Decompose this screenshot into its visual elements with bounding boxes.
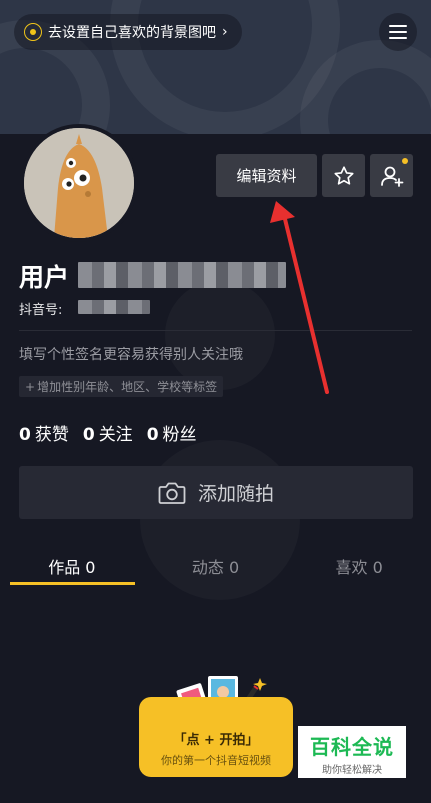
watermark: 百科全说 助你轻松解决 bbox=[298, 726, 406, 778]
set-background-tip[interactable]: 去设置自己喜欢的背景图吧 › bbox=[14, 14, 242, 50]
watermark-subtitle: 助你轻松解决 bbox=[322, 765, 382, 776]
stat-value: 0 bbox=[146, 425, 159, 445]
menu-button[interactable] bbox=[379, 13, 417, 51]
add-friend-icon bbox=[380, 166, 403, 187]
hamburger-menu-icon bbox=[389, 25, 407, 39]
bio-placeholder[interactable]: 填写个性签名更容易获得别人关注哦 bbox=[19, 344, 243, 364]
watermark-title: 百科全说 bbox=[310, 735, 394, 759]
stat-label: 关注 bbox=[98, 425, 133, 445]
avatar[interactable] bbox=[20, 124, 138, 242]
favorites-button[interactable] bbox=[322, 154, 365, 197]
notification-dot bbox=[402, 158, 408, 164]
tab-likes[interactable]: 喜欢 0 bbox=[287, 548, 431, 588]
douyin-id-label: 抖音号: bbox=[19, 303, 63, 318]
plus-icon: + bbox=[25, 379, 36, 394]
stat-label: 粉丝 bbox=[162, 425, 197, 445]
first-video-promo[interactable]: 「点 + 开拍」 你的第一个抖音短视频 bbox=[139, 697, 293, 777]
promo-subtitle: 你的第一个抖音短视频 bbox=[161, 754, 271, 767]
background-decor bbox=[165, 280, 275, 390]
bg-tip-text: 去设置自己喜欢的背景图吧 bbox=[48, 25, 216, 41]
divider bbox=[19, 330, 412, 331]
stat-following[interactable]: 0 关注 bbox=[83, 420, 133, 445]
stat-likes[interactable]: 0 获赞 bbox=[19, 420, 69, 445]
active-tab-indicator bbox=[10, 582, 135, 585]
camera-icon bbox=[158, 482, 186, 504]
stat-value: 0 bbox=[19, 425, 31, 445]
tag-hint-text: 增加性别年龄、地区、学校等标签 bbox=[37, 380, 218, 394]
stat-value: 0 bbox=[82, 425, 95, 445]
tip-dot-icon bbox=[24, 23, 42, 41]
add-photo-button[interactable]: 添加随拍 bbox=[19, 466, 413, 519]
star-icon bbox=[333, 165, 354, 185]
avatar-image bbox=[24, 128, 134, 238]
chevron-right-icon: › bbox=[222, 24, 228, 40]
username-masked bbox=[78, 262, 286, 288]
douyin-id-masked bbox=[78, 300, 150, 314]
avatar-character-icon bbox=[24, 128, 134, 238]
add-friend-button[interactable] bbox=[370, 154, 413, 197]
stat-followers[interactable]: 0 粉丝 bbox=[147, 420, 197, 445]
profile-stats: 0 获赞 0 关注 0 粉丝 bbox=[19, 420, 197, 445]
tab-activity[interactable]: 动态 0 bbox=[144, 548, 288, 588]
add-photo-label: 添加随拍 bbox=[197, 483, 274, 505]
username: 用户 bbox=[19, 263, 70, 292]
stat-label: 获赞 bbox=[34, 425, 69, 445]
promo-title: 「点 + 开拍」 bbox=[173, 733, 259, 748]
add-tags-chip[interactable]: + 增加性别年龄、地区、学校等标签 bbox=[19, 376, 224, 397]
edit-profile-button[interactable]: 编辑资料 bbox=[216, 154, 317, 197]
